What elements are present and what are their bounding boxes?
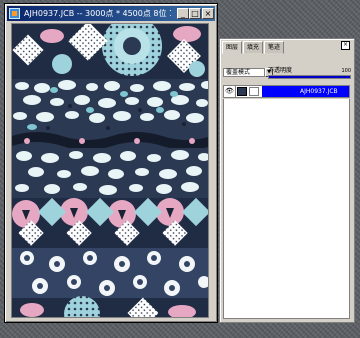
title-bar[interactable]: AJH0937.JCB -- 3000点 * 4500点 8位 12.8... … <box>7 6 215 21</box>
blend-mode-select[interactable]: 覆盖模式 <box>223 68 265 77</box>
layers-list-area[interactable] <box>223 99 350 319</box>
window-title: AJH0937.JCB -- 3000点 * 4500点 8位 12.8... <box>24 9 171 18</box>
opacity-value: 100 <box>341 68 351 74</box>
opacity-slider[interactable] <box>268 75 351 79</box>
image-canvas[interactable] <box>11 23 209 318</box>
app-icon <box>9 8 20 19</box>
visibility-eye-icon[interactable]: 👁 <box>224 86 236 97</box>
panel-tabs: 图层 填充 笔迹 <box>222 41 285 54</box>
panel-close-icon[interactable]: × <box>341 41 350 50</box>
layer-row[interactable]: 👁 AJH0937.JCB <box>223 85 350 98</box>
opacity-label: 不透明度 <box>268 67 293 74</box>
minimize-button[interactable]: _ <box>177 8 189 19</box>
tab-strokes[interactable]: 笔迹 <box>264 41 285 54</box>
layer-thumbnail <box>237 87 247 96</box>
tab-layers[interactable]: 图层 <box>222 41 243 54</box>
layer-name: AJH0937.JCB <box>262 86 349 97</box>
close-button[interactable]: × <box>202 8 214 19</box>
layer-mask-thumbnail <box>249 87 259 96</box>
layers-panel: 图层 填充 笔迹 × 覆盖模式 ▼ 不透明度 100 👁 AJH0937.JCB <box>219 38 355 323</box>
textile-pattern-image <box>12 24 208 317</box>
opacity-slider-fill <box>269 76 350 78</box>
tab-fill[interactable]: 填充 <box>243 41 264 54</box>
maximize-button[interactable]: □ <box>189 8 201 19</box>
image-window: AJH0937.JCB -- 3000点 * 4500点 8位 12.8... … <box>4 3 218 323</box>
